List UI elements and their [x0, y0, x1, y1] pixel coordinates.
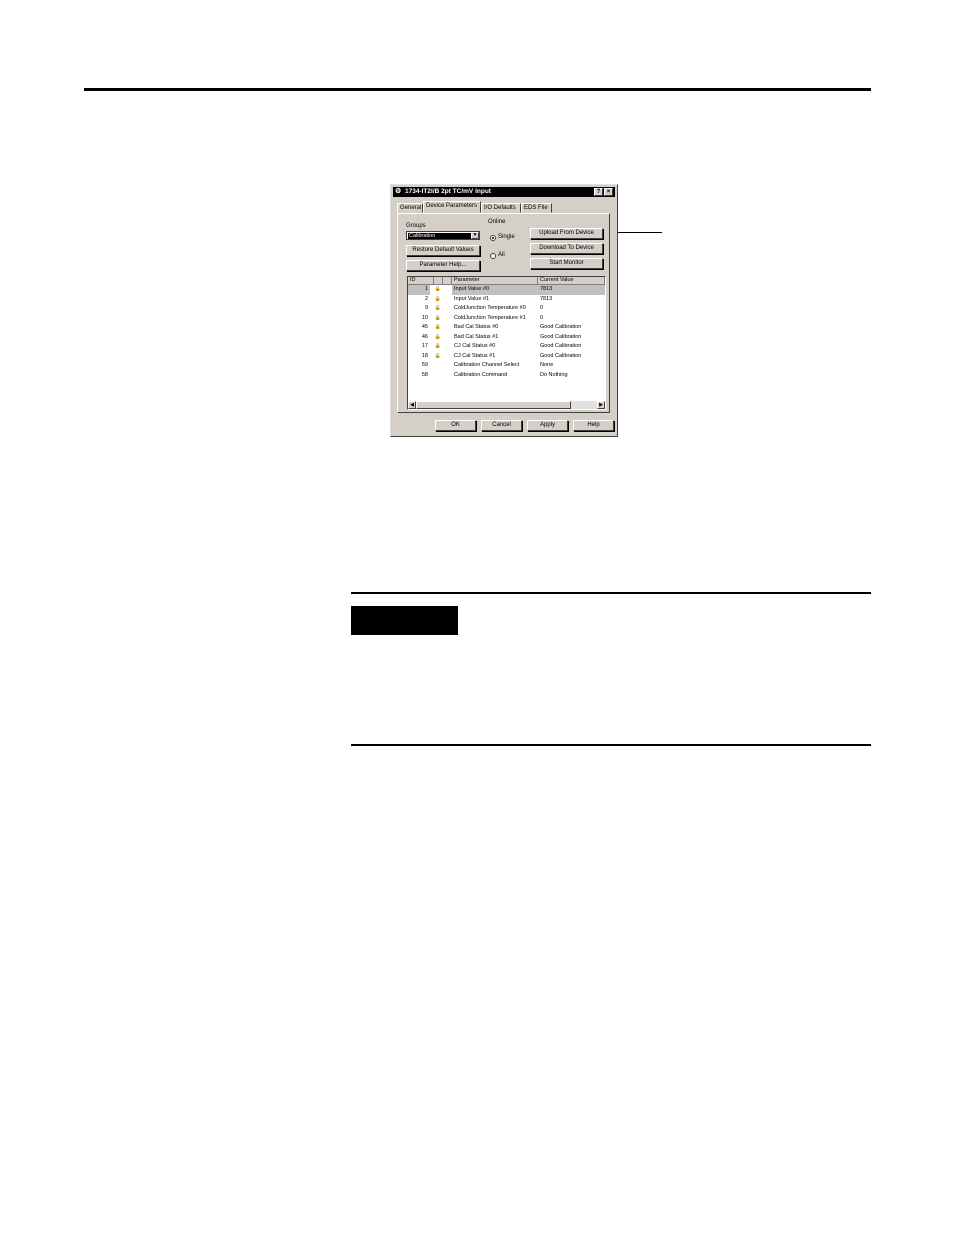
device-dialog: ⚙ 1734-IT2I/B 2pt TC/mV Input ? × Genera…	[390, 184, 618, 437]
row-id: 17	[421, 343, 428, 349]
row-current-value[interactable]: 0	[538, 314, 605, 324]
lock-icon: 🔒	[434, 324, 442, 330]
device-parameters-panel: Groups Calibration ▼ Restore Default Val…	[397, 213, 610, 413]
row-current-value[interactable]: 7813	[538, 295, 605, 305]
groups-dropdown[interactable]: Calibration ▼	[406, 231, 480, 240]
row-id: 59	[421, 362, 428, 368]
row-parameter: Bad Cal Status #0	[454, 324, 499, 330]
horizontal-scrollbar[interactable]: ◀ ▶	[408, 401, 605, 409]
radio-all[interactable]	[490, 253, 496, 259]
table-row[interactable]: 1 🔒 Input Value #0 7813	[408, 285, 605, 295]
col-current-value[interactable]: Current Value	[538, 277, 605, 285]
scroll-thumb[interactable]	[416, 401, 571, 409]
tab-eds-file[interactable]: EDS File	[521, 203, 552, 213]
tab-io-defaults[interactable]: I/O Defaults	[481, 203, 521, 213]
top-rule	[84, 88, 871, 91]
help-col-icon[interactable]	[443, 277, 452, 285]
row-id: 45	[421, 324, 428, 330]
help-icon[interactable]: ?	[594, 188, 603, 196]
section-rule-top	[351, 592, 871, 594]
table-row[interactable]: 10 🔒 ColdJunction Temperature #1 0	[408, 314, 605, 324]
table-row[interactable]: 58 Calibration Command Do Nothing	[408, 371, 605, 381]
row-id: 10	[421, 314, 428, 321]
dialog-title: 1734-IT2I/B 2pt TC/mV Input	[405, 188, 491, 195]
table-row[interactable]: 59 Calibration Channel Select None	[408, 361, 605, 371]
cancel-button[interactable]: Cancel	[481, 420, 522, 431]
table-row[interactable]: 9 🔒 ColdJunction Temperature #0 0	[408, 304, 605, 314]
chevron-down-icon[interactable]: ▼	[471, 232, 479, 239]
lock-icon: 🔒	[434, 314, 442, 321]
table-row[interactable]: 17 🔒 CJ Cal Status #0 Good Calibration	[408, 342, 605, 352]
row-id: 58	[421, 371, 428, 378]
tab-device-parameters[interactable]: Device Parameters	[423, 201, 481, 213]
radio-single-label: Single	[498, 234, 515, 240]
row-current-value[interactable]: Do Nothing	[538, 371, 605, 381]
tab-general[interactable]: General	[397, 203, 423, 213]
start-monitor-button[interactable]: Start Monitor	[530, 258, 603, 269]
row-parameter: CJ Cal Status #0	[454, 343, 496, 349]
row-parameter: CJ Cal Status #1	[454, 352, 496, 359]
row-current-value[interactable]: None	[538, 361, 605, 371]
scroll-left-icon[interactable]: ◀	[408, 401, 416, 409]
download-to-device-button[interactable]: Download To Device	[530, 243, 603, 254]
row-current-value[interactable]: Good Calibration	[538, 352, 605, 362]
lock-icon: 🔒	[434, 295, 442, 302]
row-id: 18	[421, 352, 428, 359]
groups-label: Groups	[406, 223, 426, 229]
title-bar: ⚙ 1734-IT2I/B 2pt TC/mV Input ? ×	[393, 187, 615, 197]
row-id: 9	[424, 305, 428, 311]
col-parameter[interactable]: Parameter	[452, 277, 538, 285]
groups-value: Calibration	[408, 233, 472, 239]
scroll-right-icon[interactable]: ▶	[597, 401, 605, 409]
row-current-value[interactable]: Good Calibration	[538, 333, 605, 343]
lock-icon: 🔒	[434, 286, 442, 292]
apply-button[interactable]: Apply	[527, 420, 568, 431]
lock-col-icon[interactable]	[434, 277, 443, 285]
label-box	[351, 606, 458, 635]
upload-from-device-button[interactable]: Upload From Device	[530, 228, 603, 239]
row-current-value[interactable]: Good Calibration	[538, 323, 605, 333]
ok-button[interactable]: OK	[435, 420, 476, 431]
row-parameter: Input Value #1	[454, 295, 490, 302]
row-id: 1	[408, 285, 430, 295]
parameter-help-button[interactable]: Parameter Help...	[406, 260, 480, 271]
row-id: 2	[424, 295, 428, 302]
parameter-table: ID Parameter Current Value 1 🔒 Input Value…	[407, 276, 606, 410]
row-parameter: Input Value #0	[452, 285, 538, 295]
row-parameter: ColdJunction Temperature #1	[454, 314, 526, 321]
radio-all-label: All	[498, 252, 505, 258]
row-parameter: Calibration Command	[454, 371, 508, 378]
table-row[interactable]: 46 🔒 Bad Cal Status #1 Good Calibration	[408, 333, 605, 343]
table-header: ID Parameter Current Value	[408, 277, 605, 285]
table-row[interactable]: 45 🔒 Bad Cal Status #0 Good Calibration	[408, 323, 605, 333]
table-row[interactable]: 2 🔒 Input Value #1 7813	[408, 295, 605, 305]
lock-icon: 🔒	[434, 333, 442, 340]
section-rule-bottom	[351, 744, 871, 746]
row-parameter: ColdJunction Temperature #0	[454, 305, 526, 311]
col-id[interactable]: ID	[408, 277, 434, 285]
row-current-value[interactable]: Good Calibration	[538, 342, 605, 352]
row-parameter: Calibration Channel Select	[454, 362, 520, 368]
row-current-value[interactable]: 0	[538, 304, 605, 314]
row-parameter: Bad Cal Status #1	[454, 333, 499, 340]
lock-icon: 🔒	[434, 305, 442, 311]
lock-icon: 🔒	[434, 352, 442, 359]
radio-single[interactable]	[490, 235, 496, 241]
row-current-value[interactable]: 7813	[538, 285, 605, 295]
row-id: 46	[421, 333, 428, 340]
restore-defaults-button[interactable]: Restore Default Values	[406, 245, 480, 256]
app-icon: ⚙	[395, 188, 402, 195]
help-button[interactable]: Help	[573, 420, 614, 431]
lock-icon: 🔒	[434, 343, 442, 349]
table-row[interactable]: 18 🔒 CJ Cal Status #1 Good Calibration	[408, 352, 605, 362]
close-icon[interactable]: ×	[604, 188, 613, 196]
online-label: Online	[488, 219, 506, 225]
